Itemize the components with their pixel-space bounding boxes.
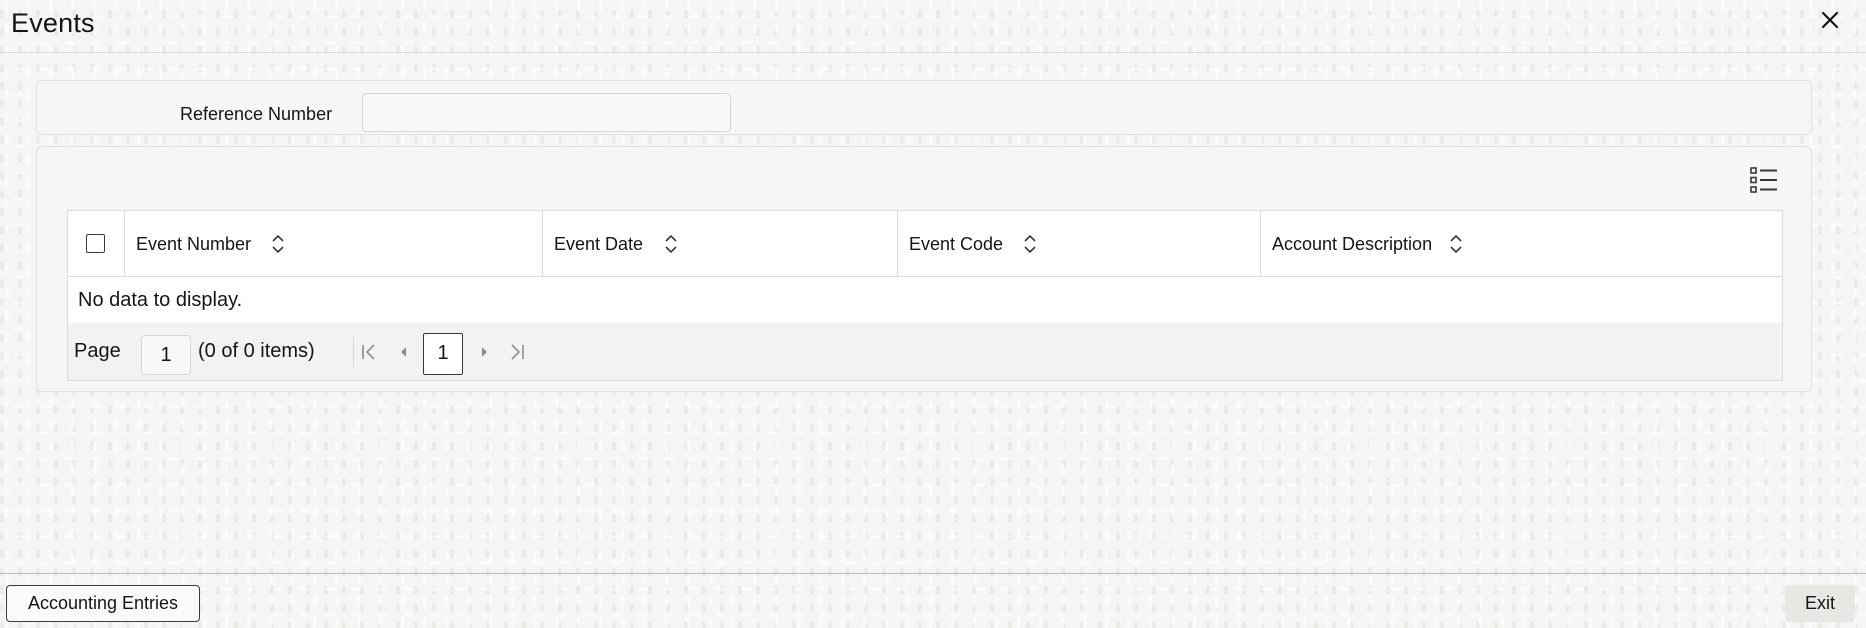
events-grid-panel: Event Number Event Date Event Code Accou…: [36, 146, 1812, 392]
reference-number-input[interactable]: [362, 93, 731, 132]
column-header-event-number[interactable]: Event Number: [125, 211, 543, 277]
next-page-icon[interactable]: [474, 341, 496, 363]
column-label: Event Code: [909, 234, 1004, 254]
column-header-account-description[interactable]: Account Description: [1261, 211, 1782, 277]
current-page-indicator[interactable]: 1: [423, 333, 463, 375]
events-table: Event Number Event Date Event Code Accou…: [67, 210, 1783, 381]
last-page-icon[interactable]: [506, 341, 528, 363]
select-all-checkbox[interactable]: [86, 234, 105, 253]
column-label: Account Description: [1272, 234, 1433, 254]
sort-icon[interactable]: [664, 233, 678, 255]
close-icon[interactable]: [1818, 8, 1842, 32]
column-header-event-date[interactable]: Event Date: [543, 211, 898, 277]
previous-page-icon[interactable]: [392, 341, 414, 363]
item-count: (0 of 0 items): [198, 340, 315, 362]
pagination-divider: [353, 337, 354, 367]
accounting-entries-button[interactable]: Accounting Entries: [6, 585, 200, 622]
page-label: Page: [74, 340, 121, 362]
first-page-icon[interactable]: [358, 341, 380, 363]
list-view-icon[interactable]: [1749, 165, 1779, 195]
page-title: Events: [11, 8, 95, 38]
page-number-input[interactable]: [141, 335, 191, 375]
sort-icon[interactable]: [1449, 233, 1463, 255]
empty-table-message: No data to display.: [78, 289, 243, 311]
footer-divider: [0, 573, 1866, 574]
table-header: Event Number Event Date Event Code Accou…: [68, 211, 1782, 277]
sort-icon[interactable]: [271, 233, 285, 255]
select-column-header: [68, 211, 125, 277]
sort-icon[interactable]: [1023, 233, 1037, 255]
reference-panel: Reference Number: [36, 80, 1812, 135]
column-label: Event Number: [136, 234, 252, 254]
column-label: Event Date: [554, 234, 644, 254]
reference-number-label: Reference Number: [180, 104, 333, 124]
exit-button[interactable]: Exit: [1785, 585, 1855, 622]
column-header-event-code[interactable]: Event Code: [898, 211, 1261, 277]
pagination-bar: Page (0 of 0 items) 1: [68, 323, 1782, 380]
title-bar: Events: [0, 0, 1866, 53]
